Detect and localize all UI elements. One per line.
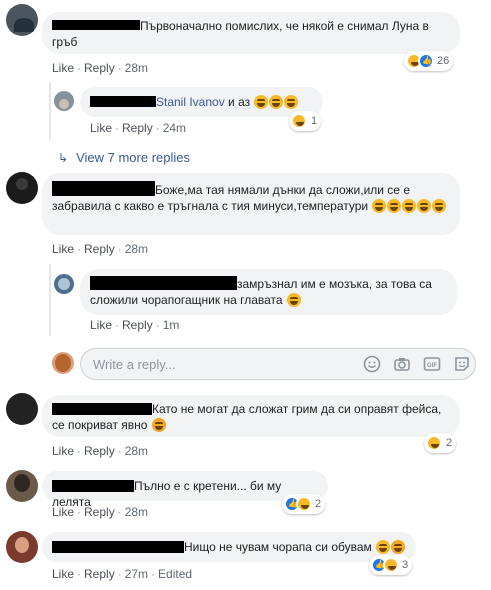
haha-reaction-icon: [383, 557, 399, 573]
comment-actions: Like · Reply · 28m: [52, 444, 149, 458]
reaction-count: 3: [402, 559, 409, 571]
timestamp: 28m: [124, 61, 149, 75]
comment-bubble: Като не могат да сложат грим да си оправ…: [42, 395, 460, 437]
timestamp: 1m: [162, 318, 180, 332]
reply-text: и аз: [224, 95, 251, 109]
laughing-emoji-icon: [254, 95, 269, 109]
reply-button[interactable]: Reply: [84, 242, 115, 256]
laughing-cat-emoji-icon: [391, 540, 406, 554]
haha-reaction-icon: [291, 113, 307, 129]
reaction-summary[interactable]: 26: [404, 51, 454, 71]
reply-button[interactable]: Reply: [122, 318, 153, 332]
reply-thread-line: [49, 264, 51, 336]
comment-text: Нищо не чувам чорапа си обувам: [184, 540, 372, 554]
reaction-summary[interactable]: 2: [282, 494, 326, 514]
comment-actions: Like · Reply · 28m: [52, 61, 149, 75]
avatar[interactable]: [6, 4, 38, 36]
laughing-cat-emoji-icon: [151, 418, 166, 432]
reply-button[interactable]: Reply: [84, 61, 115, 75]
reaction-summary[interactable]: 3: [369, 555, 413, 575]
reply-button[interactable]: Reply: [122, 121, 153, 135]
reply-button[interactable]: Reply: [84, 444, 115, 458]
reaction-count: 26: [437, 55, 450, 67]
laughing-emoji-icon: [432, 199, 447, 213]
timestamp: 27m: [124, 567, 149, 581]
reply-actions: Like · Reply · 24m: [90, 121, 187, 135]
reply-button[interactable]: Reply: [84, 567, 115, 581]
redacted-author-name: [52, 181, 155, 196]
avatar[interactable]: [6, 393, 38, 425]
svg-text:GIF: GIF: [427, 363, 437, 369]
reaction-count: 2: [315, 498, 322, 510]
reply-bubble: замръзнал им е мозъка, за това са сложил…: [80, 269, 457, 315]
reaction-summary[interactable]: 2: [424, 433, 457, 453]
rofl-emoji-icon: [269, 95, 284, 109]
reply-bubble: Stanil Ivanov и аз: [80, 87, 323, 117]
like-button[interactable]: Like: [90, 121, 112, 135]
timestamp: 28m: [124, 505, 149, 519]
redacted-author-name: [52, 480, 134, 492]
timestamp: 24m: [162, 121, 187, 135]
redacted-author-name: [90, 96, 156, 107]
like-button[interactable]: Like: [90, 318, 112, 332]
redacted-author-name: [52, 20, 140, 30]
edited-label: Edited: [158, 567, 193, 581]
mentioned-user-link[interactable]: Stanil Ivanov: [156, 95, 225, 109]
timestamp: 28m: [124, 444, 149, 458]
like-reaction-icon: [418, 53, 434, 69]
avatar[interactable]: [54, 274, 74, 294]
emoji-icon[interactable]: [363, 355, 381, 373]
avatar[interactable]: [6, 531, 38, 563]
haha-reaction-icon: [296, 496, 312, 512]
redacted-author-name: [52, 403, 152, 415]
camera-icon[interactable]: [393, 355, 411, 373]
current-user-avatar: [52, 352, 74, 374]
laughing-emoji-icon: [286, 293, 301, 307]
reply-actions: Like · Reply · 1m: [90, 318, 180, 332]
laughing-emoji-icon: [417, 199, 432, 213]
avatar[interactable]: [6, 470, 38, 502]
reaction-summary[interactable]: 1: [289, 111, 322, 131]
reply-input-placeholder: Write a reply...: [93, 357, 176, 372]
gif-icon[interactable]: GIF: [423, 355, 441, 373]
reaction-count: 2: [446, 437, 453, 449]
redacted-author-name: [52, 541, 184, 553]
view-more-replies-link[interactable]: ↳ View 7 more replies: [58, 150, 190, 165]
like-button[interactable]: Like: [52, 61, 74, 75]
reply-button[interactable]: Reply: [84, 505, 115, 519]
avatar[interactable]: [54, 91, 74, 111]
reply-arrow-icon: ↳: [58, 151, 69, 165]
comment-actions: Like · Reply · 28m: [52, 505, 149, 519]
comment-actions: Like · Reply · 27m · Edited: [52, 567, 193, 581]
haha-reaction-icon: [426, 435, 442, 451]
like-button[interactable]: Like: [52, 505, 74, 519]
like-button[interactable]: Like: [52, 444, 74, 458]
reply-thread-line: [49, 82, 51, 140]
like-button[interactable]: Like: [52, 242, 74, 256]
timestamp: 28m: [124, 242, 149, 256]
laughing-emoji-icon: [372, 199, 387, 213]
sticker-icon[interactable]: [453, 355, 471, 373]
laughing-emoji-icon: [387, 199, 402, 213]
avatar[interactable]: [6, 172, 38, 204]
reply-input[interactable]: Write a reply... GIF: [80, 348, 476, 380]
redacted-author-name: [90, 276, 237, 290]
like-button[interactable]: Like: [52, 567, 74, 581]
comment-bubble: Нищо не чувам чорапа си обувам: [42, 532, 416, 562]
laughing-emoji-icon: [284, 95, 299, 109]
comment-bubble: Първоначално помислих, че някой е снимал…: [42, 12, 460, 54]
reaction-count: 1: [311, 115, 318, 127]
comment-actions: Like · Reply · 28m: [52, 242, 149, 256]
laughing-emoji-icon: [402, 199, 417, 213]
laughing-emoji-icon: [376, 540, 391, 554]
comment-bubble: Боже,ма тая нямали дънки да сложи,или се…: [42, 173, 460, 235]
